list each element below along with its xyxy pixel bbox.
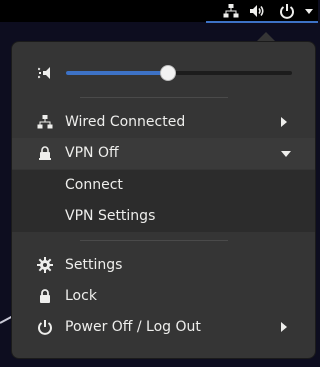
system-status-area[interactable] xyxy=(206,0,318,23)
volume-icon xyxy=(250,5,264,17)
menu-item-vpn[interactable]: VPN Off xyxy=(12,138,315,169)
menu-item-wired[interactable]: Wired Connected xyxy=(12,107,315,138)
menu-item-settings[interactable]: Settings xyxy=(12,250,315,281)
dropdown-arrow-icon xyxy=(305,9,313,14)
chevron-right-icon xyxy=(281,322,287,332)
volume-slider-handle[interactable] xyxy=(159,65,176,81)
volume-low-icon xyxy=(38,67,50,79)
vpn-submenu: Connect VPN Settings xyxy=(12,170,315,232)
menu-item-label: Lock xyxy=(65,288,97,304)
menu-item-label: Settings xyxy=(65,257,123,273)
top-bar xyxy=(0,0,318,23)
power-icon xyxy=(280,4,294,19)
power-icon xyxy=(38,320,52,335)
menu-item-label: VPN Off xyxy=(65,145,119,161)
separator xyxy=(80,97,228,98)
network-wired-icon xyxy=(223,4,239,18)
submenu-item-label: VPN Settings xyxy=(65,208,156,224)
vpn-icon xyxy=(39,146,51,160)
menu-item-label: Wired Connected xyxy=(65,114,186,130)
menu-item-lock[interactable]: Lock xyxy=(12,281,315,312)
system-menu: Wired Connected VPN Off Connect VPN Sett… xyxy=(11,41,316,359)
menu-item-power-off[interactable]: Power Off / Log Out xyxy=(12,312,315,343)
menu-item-label: Power Off / Log Out xyxy=(65,319,201,335)
submenu-item-vpn-settings[interactable]: VPN Settings xyxy=(12,201,315,232)
chevron-down-icon xyxy=(281,151,291,157)
chevron-right-icon xyxy=(281,117,287,127)
gear-icon xyxy=(37,257,53,273)
network-wired-icon xyxy=(37,115,53,129)
submenu-item-connect[interactable]: Connect xyxy=(12,170,315,201)
lock-icon xyxy=(40,289,50,303)
submenu-item-label: Connect xyxy=(65,177,123,193)
separator xyxy=(80,240,228,241)
volume-slider[interactable] xyxy=(66,65,292,81)
volume-row xyxy=(12,60,315,86)
volume-slider-fill xyxy=(66,71,168,75)
